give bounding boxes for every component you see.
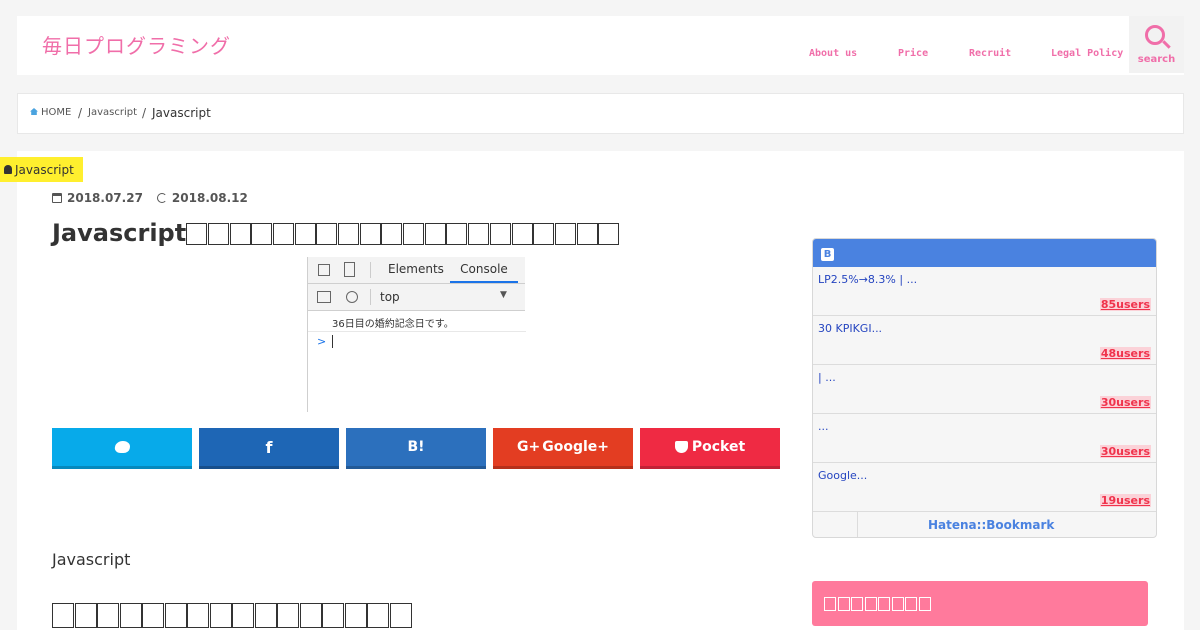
home-icon (30, 108, 38, 115)
search-icon (1145, 25, 1165, 45)
entry-users[interactable]: 85users (1099, 298, 1151, 311)
share-twitter-button[interactable] (52, 428, 192, 469)
section-heading-missing-glyphs (52, 603, 412, 630)
sidebar-heading-missing-glyphs (824, 596, 932, 615)
breadcrumb-separator: / (142, 106, 147, 120)
google-plus-icon: G+ (516, 439, 541, 455)
folder-icon (4, 165, 12, 174)
share-google-button[interactable]: G+ Google+ (493, 428, 633, 469)
calendar-icon (52, 193, 62, 203)
nav-legal-policy[interactable]: Legal Policy (1051, 48, 1123, 59)
entry-users[interactable]: 30users (1099, 445, 1151, 458)
hatena-icon: B! (407, 439, 425, 455)
devtools-screenshot: Elements Console top ▼ 36日目の婚約記念日です。 > (307, 257, 526, 412)
nav-about-us[interactable]: About us (809, 48, 857, 59)
context-select[interactable]: top (380, 290, 400, 304)
entry-title[interactable]: Google... (818, 469, 867, 482)
divider (308, 331, 526, 332)
inspect-icon (318, 264, 330, 276)
entry-title[interactable]: LP2.5%→8.3% | ... (818, 273, 917, 286)
pocket-icon (674, 441, 688, 453)
search-button[interactable]: search (1129, 16, 1184, 73)
entry-title[interactable]: ... (818, 420, 829, 433)
site-header: 毎日プログラミング About us Price Recruit Legal P… (17, 16, 1184, 75)
breadcrumb-separator: / (78, 106, 83, 120)
breadcrumb: HOME / Javascript / Javascript (17, 93, 1184, 134)
search-label: search (1137, 54, 1176, 65)
list-item[interactable]: 30 KPIKGI... 48users (813, 316, 1156, 365)
updated-date: 2018.08.12 (171, 191, 248, 205)
play-icon (317, 291, 331, 303)
devtools-console-toolbar: top ▼ (308, 284, 525, 311)
sidebar-heading (812, 581, 1148, 626)
tab-console[interactable]: Console (450, 262, 518, 283)
widget-header: B (813, 239, 1156, 267)
divider (370, 262, 371, 278)
widget-footer: Hatena::Bookmark (813, 512, 1156, 537)
tab-elements[interactable]: Elements (388, 262, 444, 276)
devtools-tabbar: Elements Console (308, 257, 525, 284)
device-icon (344, 262, 355, 277)
facebook-icon: f (265, 437, 273, 457)
share-pocket-button[interactable]: Pocket (640, 428, 780, 469)
title-missing-glyphs (186, 223, 621, 249)
share-facebook-button[interactable]: f (199, 428, 339, 469)
nav-recruit[interactable]: Recruit (969, 48, 1011, 59)
refresh-icon (156, 193, 167, 203)
breadcrumb-current: Javascript (152, 106, 211, 120)
breadcrumb-category[interactable]: Javascript (88, 107, 137, 118)
entry-users[interactable]: 48users (1099, 347, 1151, 360)
console-input[interactable] (332, 335, 333, 348)
console-message: 36日目の婚約記念日です。 (332, 319, 454, 330)
hatena-logo-icon: B (821, 248, 834, 261)
entry-title[interactable]: | ... (818, 371, 836, 384)
hatena-bookmark-widget: B LP2.5%→8.3% | ... 85users 30 KPIKGI...… (812, 238, 1157, 538)
list-item[interactable]: ... 30users (813, 414, 1156, 463)
share-hatena-button[interactable]: B! (346, 428, 486, 469)
footer-cell (813, 512, 858, 537)
console-prompt: > (317, 335, 327, 348)
published-date: 2018.07.27 (67, 191, 143, 205)
list-item[interactable]: | ... 30users (813, 365, 1156, 414)
article-title: Javascript (52, 219, 621, 249)
nav-price[interactable]: Price (898, 48, 928, 59)
list-item[interactable]: LP2.5%→8.3% | ... 85users (813, 267, 1156, 316)
entry-users[interactable]: 30users (1099, 396, 1151, 409)
entry-users[interactable]: 19users (1099, 494, 1151, 507)
section-label: Javascript (52, 550, 131, 569)
clear-icon (346, 291, 358, 303)
divider (370, 289, 371, 305)
site-logo[interactable]: 毎日プログラミング (42, 30, 231, 59)
category-badge[interactable]: Javascript (0, 157, 83, 182)
article-dates: 2018.07.27 2018.08.12 (52, 191, 248, 205)
breadcrumb-home[interactable]: HOME (30, 107, 71, 118)
list-item[interactable]: Google... 19users (813, 463, 1156, 512)
twitter-icon (113, 441, 131, 453)
entry-title[interactable]: 30 KPIKGI... (818, 322, 882, 335)
chevron-down-icon: ▼ (500, 290, 507, 300)
hatena-bookmark-link[interactable]: Hatena::Bookmark (928, 518, 1054, 532)
